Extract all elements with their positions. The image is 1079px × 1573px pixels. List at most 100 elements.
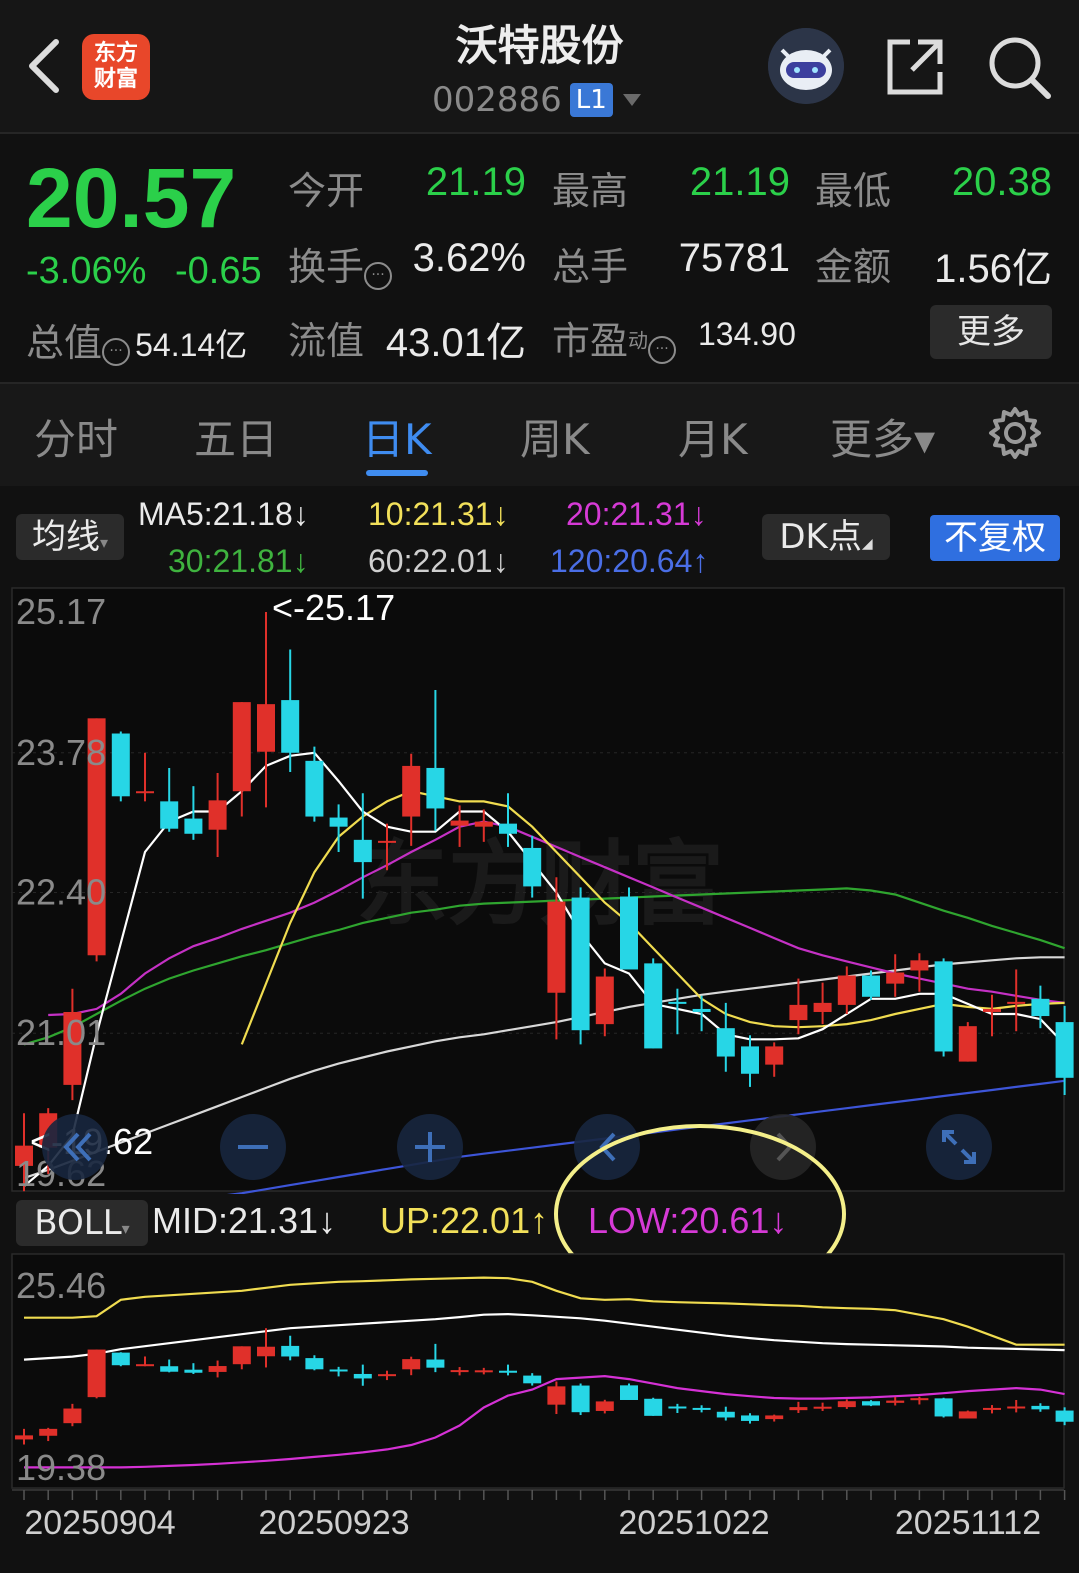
tab-more[interactable]: 更多▾ — [830, 406, 935, 467]
candle-body — [886, 1400, 905, 1403]
adjustment-button[interactable]: 不复权 — [930, 515, 1060, 561]
candle-body — [837, 975, 856, 1005]
zoom-out-icon[interactable] — [218, 1112, 288, 1182]
candle-body — [595, 1401, 614, 1411]
candle-body — [184, 818, 203, 834]
caret-icon: ▾ — [121, 1219, 130, 1238]
quote-more-button[interactable]: 更多 — [930, 305, 1052, 359]
info-icon[interactable]: ··· — [102, 337, 131, 366]
kline-chart[interactable]: 东方财富 25.1723.7822.4021.0119.62<-25.17<-1… — [0, 586, 1079, 1194]
boll-chart[interactable]: 25.46 19.38 — [0, 1252, 1079, 1492]
date-label: 20251022 — [618, 1504, 769, 1542]
candle — [571, 887, 590, 1045]
fullscreen-icon[interactable] — [924, 1112, 994, 1182]
candle — [620, 1383, 638, 1400]
candle-body — [160, 801, 179, 829]
candle — [111, 731, 130, 802]
boll-y-tick-label: 19.38 — [16, 1447, 106, 1488]
date-label: 20250904 — [24, 1504, 175, 1542]
volume-label: 总手 — [552, 245, 629, 289]
current-price: 20.57 — [26, 151, 237, 245]
candle-body — [208, 800, 227, 830]
boll-mid-legend: MID:21.31↓ — [152, 1200, 337, 1241]
level-badge: L1 — [569, 83, 613, 117]
candle-body — [1055, 1410, 1074, 1422]
boll-selector-label: BOLL — [34, 1203, 122, 1243]
candle-body — [378, 840, 396, 843]
info-icon[interactable]: ··· — [648, 335, 677, 364]
dk-points-label: DK点 — [779, 517, 862, 557]
candle-body — [402, 765, 421, 817]
pe-value: 134.90 — [698, 316, 796, 352]
candle-body — [1031, 998, 1050, 1017]
candle-body — [281, 1345, 300, 1357]
candle-body — [136, 1364, 154, 1367]
search-icon[interactable] — [986, 34, 1052, 100]
candle-body — [402, 1359, 421, 1370]
candle-body — [474, 821, 493, 827]
candle-body — [329, 1369, 348, 1372]
candle — [87, 1349, 106, 1399]
y-tick-label: 21.01 — [16, 1012, 106, 1053]
date-axis: 20250904 20250923 20251022 20251112 — [12, 1489, 1066, 1542]
candle-body — [692, 1407, 711, 1410]
candle-body — [378, 1374, 396, 1377]
candle-body — [934, 1398, 953, 1417]
candle-body — [450, 1370, 469, 1373]
robot-avatar-icon[interactable] — [768, 28, 844, 104]
high-value: 21.19 — [689, 160, 790, 204]
candle-body — [426, 767, 445, 809]
candle-body — [329, 817, 348, 827]
y-tick-label: 22.40 — [16, 871, 106, 912]
boll-selector[interactable]: BOLL▾ — [16, 1200, 148, 1246]
tab-intraday[interactable]: 分时 — [34, 406, 118, 467]
candle-body — [353, 839, 372, 863]
dk-points-button[interactable]: DK点◢ — [762, 514, 890, 560]
candle — [111, 1352, 130, 1367]
candle-body — [111, 1352, 130, 1366]
tab-daily-k[interactable]: 日K — [362, 406, 432, 467]
y-tick-label: 23.78 — [16, 732, 106, 773]
candle-body — [184, 1369, 203, 1373]
candle-body — [305, 1358, 324, 1370]
candle — [934, 958, 953, 1057]
candle-body — [63, 1408, 82, 1424]
share-icon[interactable] — [884, 36, 946, 98]
candle-body — [160, 1366, 179, 1372]
candle-body — [136, 791, 154, 794]
candle-body — [111, 733, 130, 797]
ma20-legend: 20:21.31↓ — [566, 496, 707, 532]
volume-value: 75781 — [678, 236, 790, 280]
tab-monthly-k[interactable]: 月K — [678, 406, 748, 467]
indicator-selector[interactable]: 均线▾ — [16, 514, 124, 560]
info-icon[interactable]: ··· — [364, 261, 393, 290]
total-cap-value: 54.14亿 — [135, 327, 248, 363]
tab-weekly-k[interactable]: 周K — [520, 406, 590, 467]
gear-icon[interactable] — [988, 406, 1042, 460]
zoom-in-icon[interactable] — [395, 1112, 465, 1182]
candle-body — [789, 1004, 808, 1021]
candle-body — [15, 1435, 33, 1440]
turnover-label: 换手 — [288, 245, 365, 289]
candle-body — [232, 702, 251, 792]
candle-body — [1031, 1405, 1050, 1410]
active-tab-indicator — [366, 470, 428, 476]
stock-code-row[interactable]: 002886 L1 — [432, 80, 643, 120]
tab-five-day[interactable]: 五日 — [194, 406, 278, 467]
boll-up-legend: UP:22.01↑ — [380, 1200, 549, 1241]
rewind-icon[interactable] — [40, 1112, 110, 1182]
candle-body — [39, 1428, 58, 1436]
ma120-legend: 120:20.64↑ — [550, 543, 709, 579]
open-value: 21.19 — [425, 160, 526, 204]
float-cap-label: 流值 — [288, 319, 365, 363]
candle — [620, 887, 638, 970]
ma30-legend: 30:21.81↓ — [168, 543, 309, 579]
candle-body — [1007, 1406, 1026, 1409]
candle-body — [813, 1002, 832, 1012]
candle-body — [547, 1386, 566, 1405]
candle-body — [426, 1359, 445, 1368]
candle-body — [257, 1346, 275, 1357]
date-label: 20251112 — [895, 1504, 1041, 1542]
candle-body — [716, 1411, 735, 1418]
caret-icon: ▾ — [99, 533, 109, 552]
